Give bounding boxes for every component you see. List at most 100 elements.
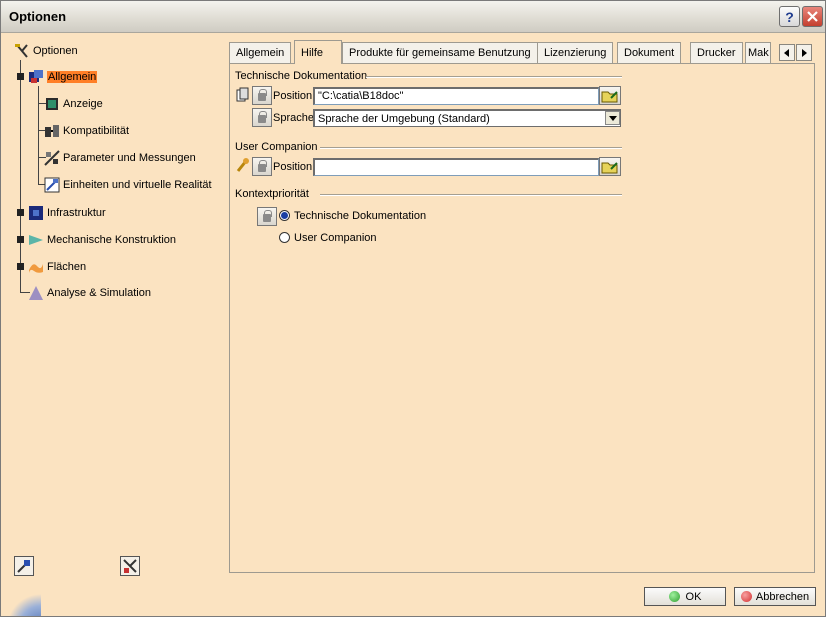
tree-item-analysis[interactable]: Analyse & Simulation [28, 284, 151, 302]
tree-expander-infrastructure[interactable] [17, 209, 24, 216]
position-label: Position [273, 161, 313, 173]
group-divider [320, 147, 622, 149]
tab-help[interactable]: Hilfe [294, 40, 342, 64]
tree-item-mechanical[interactable]: Mechanische Konstruktion [28, 231, 176, 249]
tech-doc-position-input[interactable]: "C:\catia\B18doc" [313, 87, 599, 105]
tree-item-label: Allgemein [47, 71, 98, 83]
help-button[interactable]: ? [779, 6, 800, 27]
ok-button[interactable]: OK [644, 587, 726, 606]
tree-connector [20, 60, 21, 292]
tree-expander-surfaces[interactable] [17, 263, 24, 270]
mechanical-design-icon [28, 232, 44, 248]
tree-item-compatibility[interactable]: Kompatibilität [44, 122, 129, 140]
tab-general[interactable]: Allgemein [229, 42, 292, 63]
browse-companion-button[interactable] [599, 157, 621, 176]
tab-shared-products[interactable]: Produkte für gemeinsame Benutzung [342, 42, 538, 63]
folder-open-icon [601, 90, 618, 102]
tree-item-label: Parameter und Messungen [63, 152, 196, 164]
tree-item-label: Einheiten und virtuelle Realität [63, 179, 212, 191]
tree-expander-mechanical[interactable] [17, 236, 24, 243]
analysis-icon [28, 285, 44, 301]
browse-tech-doc-button[interactable] [599, 86, 621, 105]
close-button[interactable] [802, 6, 823, 27]
pin-icon [17, 560, 30, 573]
tree-item-display[interactable]: Anzeige [44, 95, 103, 113]
tab-macros[interactable]: Mak [745, 42, 771, 63]
tree-item-surfaces[interactable]: Flächen [28, 258, 86, 276]
chevron-down-icon [608, 115, 617, 121]
close-icon [807, 11, 818, 22]
tree-item-label: Analyse & Simulation [47, 287, 151, 299]
arrow-left-icon [784, 48, 789, 57]
group-title-priority: Kontextpriorität [235, 188, 309, 200]
lock-companion-position-button[interactable] [252, 157, 272, 176]
cancel-label: Abbrechen [755, 590, 810, 603]
surfaces-icon [28, 259, 44, 275]
lock-position-button[interactable] [252, 86, 272, 105]
title-bar[interactable]: Optionen ? [1, 1, 825, 33]
cancel-icon [740, 591, 752, 602]
tree-item-units[interactable]: Einheiten und virtuelle Realität [44, 176, 212, 194]
companion-position-input[interactable] [313, 158, 599, 176]
tab-label: Hilfe [301, 46, 324, 59]
document-icon [236, 87, 250, 103]
tree-expander-general[interactable] [17, 73, 24, 80]
radio-user-companion[interactable] [279, 232, 290, 243]
tree-pin-button[interactable] [14, 556, 34, 576]
tree-item-infrastructure[interactable]: Infrastruktur [28, 204, 106, 222]
tech-doc-language-select[interactable]: Sprache der Umgebung (Standard) [313, 109, 621, 127]
wrench-icon [236, 157, 250, 173]
options-dialog: Optionen ? Optionen Allgemein Anzeige Ko… [0, 0, 826, 617]
help-tab-panel: Technische Dokumentation Position "C:\ca… [229, 63, 815, 573]
group-divider [366, 76, 622, 78]
tree-item-label: Infrastruktur [47, 207, 106, 219]
tab-label: Allgemein [236, 47, 285, 59]
folder-open-icon [601, 161, 618, 173]
tree-tools-button[interactable] [120, 556, 140, 576]
cancel-button[interactable]: Abbrechen [734, 587, 816, 606]
options-root-icon [14, 43, 30, 59]
parameters-icon [44, 150, 60, 166]
tab-document[interactable]: Dokument [617, 42, 682, 63]
radio-label: User Companion [294, 232, 377, 244]
select-value: Sprache der Umgebung (Standard) [318, 112, 490, 125]
display-icon [44, 96, 60, 112]
position-label: Position [273, 90, 313, 102]
globe-decoration [1, 588, 41, 616]
tree-item-label: Optionen [33, 45, 78, 57]
tab-strip: Allgemein Hilfe Produkte für gemeinsame … [229, 40, 815, 64]
group-title-tech-doc: Technische Dokumentation [235, 70, 368, 82]
tab-scroll-left[interactable] [779, 44, 795, 61]
lock-language-button[interactable] [252, 108, 272, 127]
tab-label: Mak [748, 47, 769, 59]
tree-item-general[interactable]: Allgemein [28, 68, 98, 86]
tree-item-options[interactable]: Optionen [14, 42, 78, 60]
tab-label: Dokument [624, 47, 675, 59]
language-label: Sprache [273, 112, 314, 124]
ok-label: OK [685, 590, 702, 603]
group-title-user-companion: User Companion [235, 141, 318, 153]
radio-label: Technische Dokumentation [294, 210, 427, 222]
tab-scroll-right[interactable] [796, 44, 812, 61]
tree-item-label: Mechanische Konstruktion [47, 234, 177, 246]
arrow-right-icon [802, 48, 807, 57]
tree-connector [38, 86, 39, 184]
window-title: Optionen [9, 9, 67, 24]
tab-label: Produkte für gemeinsame Benutzung [349, 47, 531, 59]
units-icon [44, 177, 60, 193]
tree-item-label: Flächen [47, 261, 87, 273]
tree-item-parameters[interactable]: Parameter und Messungen [44, 149, 196, 167]
help-icon: ? [785, 8, 794, 25]
ok-icon [668, 591, 680, 602]
radio-tech-doc[interactable] [279, 210, 290, 221]
dropdown-button[interactable] [605, 111, 620, 125]
compatibility-icon [44, 123, 60, 139]
general-icon [28, 69, 44, 85]
tab-label: Lizenzierung [544, 47, 607, 59]
tab-printer[interactable]: Drucker [690, 42, 743, 63]
tree-item-label: Anzeige [63, 98, 103, 110]
infrastructure-icon [28, 205, 44, 221]
lock-priority-button[interactable] [257, 207, 277, 226]
tree-item-label: Kompatibilität [63, 125, 130, 137]
tab-licensing[interactable]: Lizenzierung [537, 42, 614, 63]
